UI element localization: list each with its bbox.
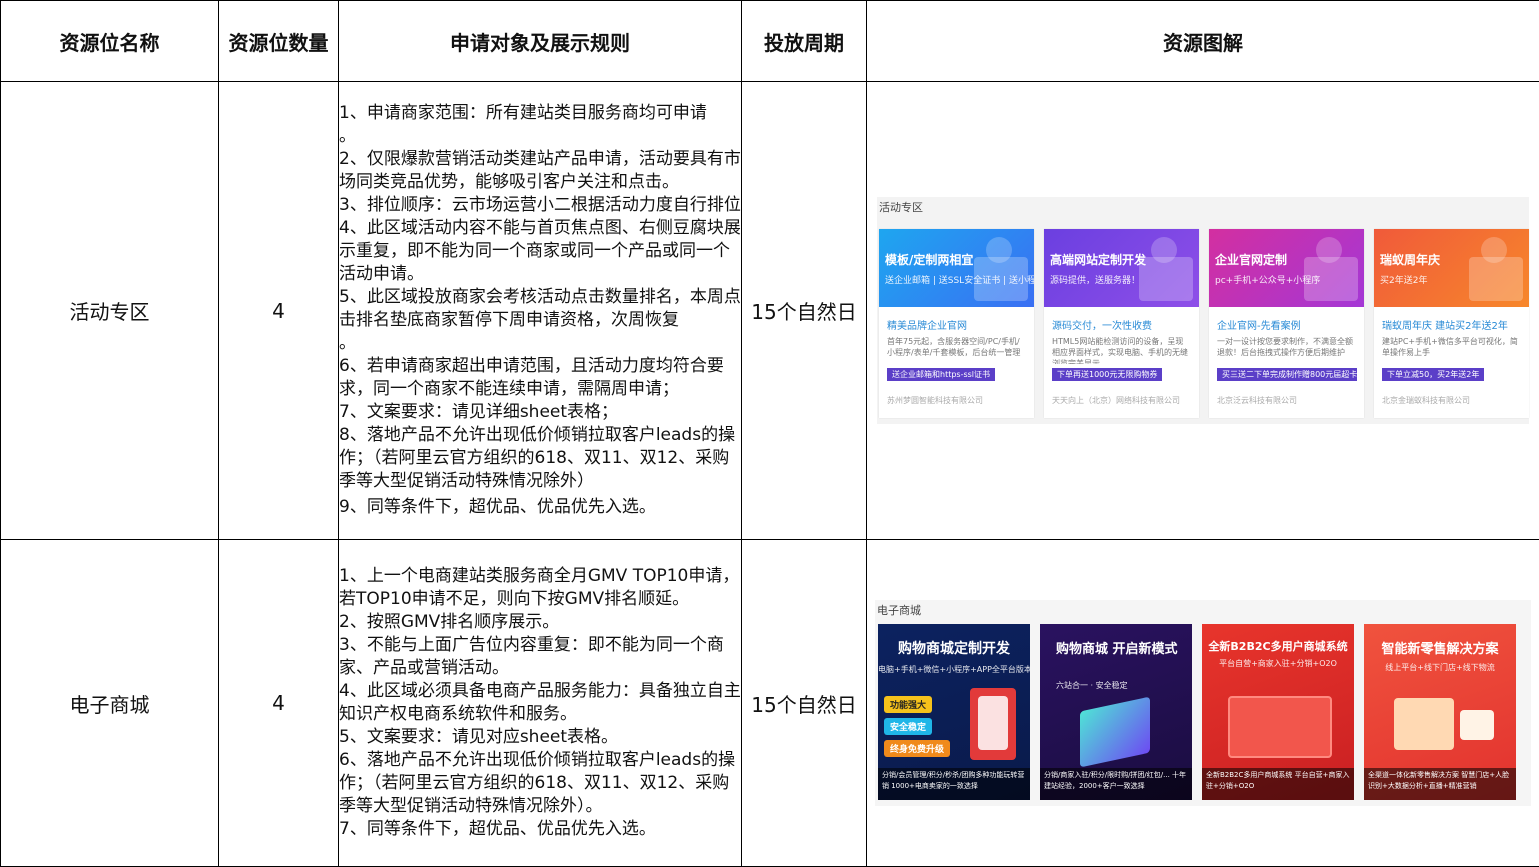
activity-card: 瑞蚁周年庆 买2年送2年 瑞蚁周年庆 建站买2年送2年 建站PC+手机+微信多平… — [1374, 229, 1529, 418]
card-desc: HTML5网站能检测访问的设备，呈现相应界面样式，实现电脑、手机的无缝浏览完美显… — [1052, 337, 1188, 364]
table-row: 电子商城 4 1、上一个电商建站类服务商全月GMV TOP10申请，若TOP10… — [0, 539, 1539, 867]
card-desc: 建站PC+手机+微信多平台可视化，简单操作易上手 — [1382, 337, 1518, 357]
resource-count: 4 — [218, 81, 339, 540]
rule-line: 3、排位顺序：云市场运营小二根据活动力度自行排位 — [339, 195, 741, 215]
resource-period: 15个自然日 — [741, 81, 867, 540]
table-row: 活动专区 4 1、申请商家范围：所有建站类目服务商均可申请 。 2、仅限爆款营销… — [0, 81, 1539, 540]
resource-name: 电子商城 — [0, 539, 219, 867]
card-tag: 买三送二下单完成制作赠800元届超卡 — [1217, 368, 1357, 381]
card-company: 苏州梦圆智能科技有限公司 — [887, 396, 983, 405]
mall-card-subtitle: 六站合一 · 安全稳定 — [1056, 681, 1128, 690]
rules-cell: 1、申请商家范围：所有建站类目服务商均可申请 。 2、仅限爆款营销活动类建站产品… — [338, 81, 742, 540]
card-banner: 企业官网定制 pc+手机+公众号+小程序 — [1209, 229, 1364, 307]
illustration-cell: 电子商城 购物商城定制开发 电脑+手机+微信+小程序+APP全平台版本 功能强大… — [866, 539, 1539, 867]
mall-card: 全新B2B2C多用户商城系统 平台自营+商家入驻+分销+O2O 全新B2B2C多… — [1202, 624, 1354, 800]
feature-pill: 终身免费升级 — [884, 740, 951, 757]
rule-line: 6、若申请商家超出申请范围，且活动力度均符合要求，同一个商家不能连续申请，需隔周… — [339, 356, 724, 399]
mall-card-subtitle: 线上平台+线下门店+线下物流 — [1385, 663, 1495, 672]
feature-pill: 功能强大 — [884, 696, 933, 713]
card-company: 北京金瑞蚁科技有限公司 — [1382, 396, 1470, 405]
activity-zone-preview: 活动专区 模板/定制两相宜 送企业邮箱 | 送SSL安全证书 | 送小程序 精美… — [877, 197, 1529, 424]
rule-line: 。 — [339, 333, 356, 353]
header-rules: 申请对象及展示规则 — [338, 0, 742, 82]
header-name: 资源位名称 — [0, 0, 219, 82]
banner-subtitle: 买2年送2年 — [1380, 276, 1428, 286]
resource-count: 4 — [218, 539, 339, 867]
card-title: 精美品牌企业官网 — [887, 321, 967, 332]
mall-card-title: 购物商城 开启新模式 — [1056, 642, 1178, 657]
card-tag: 下单立减50，买2年送2年 — [1382, 368, 1485, 381]
card-desc: 一对一设计按您要求制作，不满意全额退款！后台拖拽式操作方便后期维护 — [1217, 337, 1353, 357]
card-banner: 瑞蚁周年庆 买2年送2年 — [1374, 229, 1529, 307]
card-banner: 模板/定制两相宜 送企业邮箱 | 送SSL安全证书 | 送小程序 — [879, 229, 1034, 307]
banner-title: 模板/定制两相宜 — [885, 253, 974, 267]
rule-line: 4、此区域活动内容不能与首页焦点图、右侧豆腐块展示重复，即不能为同一个商家或同一… — [339, 218, 741, 284]
header-count: 资源位数量 — [218, 0, 339, 82]
rule-line: 9、同等条件下，超优品、优品优先入选。 — [339, 497, 656, 517]
mall-card-subtitle: 平台自营+商家入驻+分销+O2O — [1219, 659, 1337, 668]
activity-card: 企业官网定制 pc+手机+公众号+小程序 企业官网-先看案例 一对一设计按您要求… — [1209, 229, 1364, 418]
rule-line: 1、上一个电商建站类服务商全月GMV TOP10申请，若TOP10申请不足，则向… — [339, 566, 740, 609]
mall-card: 购物商城 开启新模式 六站合一 · 安全稳定 分销/商家入驻/积分/限时购/拼团… — [1040, 624, 1192, 800]
rule-line: 7、文案要求：请见详细sheet表格； — [339, 402, 619, 422]
activity-card: 模板/定制两相宜 送企业邮箱 | 送SSL安全证书 | 送小程序 精美品牌企业官… — [879, 229, 1034, 418]
rule-line: 1、申请商家范围：所有建站类目服务商均可申请 — [339, 103, 707, 123]
rule-line: 。 — [339, 126, 356, 146]
activity-card: 高端网站定制开发 源码提供，送服务器！ 源码交付，一次性收费 HTML5网站能检… — [1044, 229, 1199, 418]
mall-card-subtitle: 电脑+手机+微信+小程序+APP全平台版本 — [878, 665, 1030, 674]
rule-line: 7、同等条件下，超优品、优品优先入选。 — [339, 819, 656, 839]
rule-line: 8、落地产品不允许出现低价倾销拉取客户leads的操作；（若阿里云官方组织的61… — [339, 425, 736, 491]
banner-subtitle: 源码提供，送服务器！ — [1050, 276, 1141, 286]
rule-line: 6、落地产品不允许出现低价倾销拉取客户leads的操作；（若阿里云官方组织的61… — [339, 750, 736, 816]
card-tag: 送企业邮箱和https-ssl证书 — [887, 368, 996, 381]
card-title: 瑞蚁周年庆 建站买2年送2年 — [1382, 321, 1508, 332]
ecommerce-preview: 电子商城 购物商城定制开发 电脑+手机+微信+小程序+APP全平台版本 功能强大… — [875, 600, 1531, 806]
resource-period: 15个自然日 — [741, 539, 867, 867]
rules-cell: 1、上一个电商建站类服务商全月GMV TOP10申请，若TOP10申请不足，则向… — [338, 539, 742, 867]
mall-card-footer: 分销/商家入驻/积分/限时购/拼团/红包/... 十年建站经验，2000+客户一… — [1040, 768, 1192, 800]
banner-title: 高端网站定制开发 — [1050, 253, 1147, 267]
mall-card: 智能新零售解决方案 线上平台+线下门店+线下物流 全渠道一体化新零售解决方案 智… — [1364, 624, 1516, 800]
banner-title: 企业官网定制 — [1215, 253, 1288, 267]
resource-table: 资源位名称 资源位数量 申请对象及展示规则 投放周期 资源图解 活动专区 4 1… — [0, 0, 1539, 867]
feature-pill: 安全稳定 — [884, 718, 933, 735]
card-title: 企业官网-先看案例 — [1217, 321, 1301, 332]
rule-line: 2、按照GMV排名顺序展示。 — [339, 612, 560, 632]
mall-card-footer: 分销/会员管理/积分/秒杀/团购多种功能玩转营销 1000+电商卖家的一致选择 — [878, 768, 1030, 800]
banner-subtitle: 送企业邮箱 | 送SSL安全证书 | 送小程序 — [885, 276, 1034, 286]
banner-title: 瑞蚁周年庆 — [1380, 253, 1441, 267]
mall-card-footer: 全新B2B2C多用户商城系统 平台自营+商家入驻+分销+O2O — [1202, 768, 1354, 800]
mall-card: 购物商城定制开发 电脑+手机+微信+小程序+APP全平台版本 功能强大 安全稳定… — [878, 624, 1030, 800]
card-title: 源码交付，一次性收费 — [1052, 321, 1152, 332]
rule-line: 4、此区域必须具备电商产品服务能力：具备独立自主知识产权电商系统软件和服务。 — [339, 681, 741, 724]
mall-card-title: 全新B2B2C多用户商城系统 — [1208, 640, 1348, 653]
illustration-cell: 活动专区 模板/定制两相宜 送企业邮箱 | 送SSL安全证书 | 送小程序 精美… — [866, 81, 1539, 540]
rule-line: 5、此区域投放商家会考核活动点击数量排名，本周点击排名垫底商家暂停下周申请资格，… — [339, 287, 741, 330]
mall-card-title: 购物商城定制开发 — [898, 641, 1010, 657]
card-banner: 高端网站定制开发 源码提供，送服务器！ — [1044, 229, 1199, 307]
resource-name: 活动专区 — [0, 81, 219, 540]
card-company: 北京泛云科技有限公司 — [1217, 396, 1297, 405]
preview-title: 活动专区 — [879, 201, 923, 214]
preview-title: 电子商城 — [877, 604, 921, 617]
header-row: 资源位名称 资源位数量 申请对象及展示规则 投放周期 资源图解 — [0, 0, 1539, 82]
header-period: 投放周期 — [741, 0, 867, 82]
rule-line: 2、仅限爆款营销活动类建站产品申请，活动要具有市场同类竞品优势，能够吸引客户关注… — [339, 149, 741, 192]
rule-line: 3、不能与上面广告位内容重复：即不能为同一个商家、产品或营销活动。 — [339, 635, 724, 678]
mall-card-footer: 全渠道一体化新零售解决方案 智慧门店+人脸识别+大数据分析+直播+精准营销 — [1364, 768, 1516, 800]
card-desc: 首年75元起，含服务器空间/PC/手机/小程序/表单/千套模板，后台统一管理 — [887, 337, 1021, 357]
banner-subtitle: pc+手机+公众号+小程序 — [1215, 276, 1321, 286]
mall-card-title: 智能新零售解决方案 — [1381, 642, 1499, 657]
rule-line: 5、文案要求：请见对应sheet表格。 — [339, 727, 619, 747]
header-illustration: 资源图解 — [866, 0, 1539, 82]
card-tag: 下单再送1000元无限购物券 — [1052, 368, 1163, 381]
card-company: 天天向上（北京）网络科技有限公司 — [1052, 396, 1180, 405]
